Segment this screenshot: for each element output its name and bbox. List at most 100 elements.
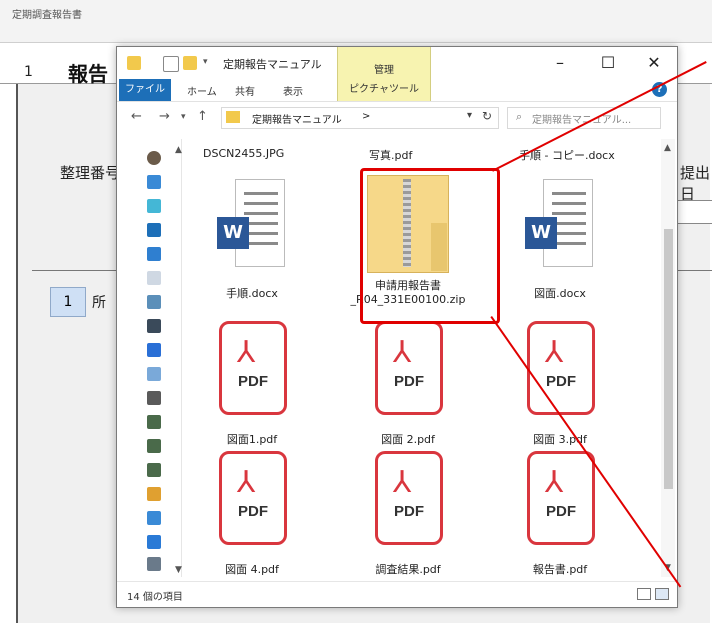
background-window-title: 定期調査報告書 <box>12 10 82 21</box>
pdf-file-icon: ⅄ PDF <box>219 451 287 545</box>
computer-icon[interactable] <box>147 535 161 549</box>
acrobat-icon: ⅄ <box>393 465 412 500</box>
search-icon: ⌕ <box>516 110 523 123</box>
file-item[interactable]: W 手順.docx <box>187 169 317 309</box>
pdf-file-icon: ⅄ PDF <box>527 321 595 415</box>
submission-date-label: 提出日 <box>680 164 711 203</box>
refresh-icon[interactable]: ↻ <box>482 109 492 123</box>
acrobat-icon: ⅄ <box>237 335 256 370</box>
large-icons-view-icon[interactable] <box>655 588 669 600</box>
word-badge-icon: W <box>525 217 557 249</box>
file-item[interactable]: ⅄ PDF 図面1.pdf <box>187 315 317 455</box>
file-item[interactable]: ⅄ PDF 図面 3.pdf <box>495 315 625 455</box>
file-item[interactable]: W 図面.docx <box>495 169 625 309</box>
background-window-titlebar: 定期調査報告書 <box>0 0 712 43</box>
file-name: 手順.docx <box>226 287 278 300</box>
forward-arrow-icon[interactable]: → <box>159 109 170 124</box>
music-icon[interactable] <box>147 343 161 357</box>
background-page-number: 1 <box>24 64 33 80</box>
pdf-label: PDF <box>238 503 268 520</box>
status-bar: 14 個の項目 <box>117 581 677 606</box>
address-dropdown-icon[interactable]: ▾ <box>467 110 472 121</box>
up-arrow-icon[interactable]: ↑ <box>197 109 208 124</box>
home-icon[interactable] <box>147 487 161 501</box>
minimize-icon[interactable]: – <box>547 53 573 73</box>
word-file-icon: W <box>217 179 287 269</box>
video-icon[interactable] <box>147 319 161 333</box>
file-name: 図面.docx <box>534 287 586 300</box>
tab-file[interactable]: ファイル <box>119 79 171 101</box>
item-count: 14 個の項目 <box>127 592 183 603</box>
acrobat-icon: ⅄ <box>393 335 412 370</box>
word-file-icon: W <box>525 179 595 269</box>
vertical-scrollbar[interactable]: ▲ ▼ <box>661 139 675 577</box>
desktop-icon[interactable] <box>147 175 161 189</box>
picture-icon[interactable] <box>147 295 161 309</box>
drive-icon[interactable] <box>147 439 161 453</box>
file-name: 図面 4.pdf <box>225 563 279 576</box>
details-view-icon[interactable] <box>637 588 651 600</box>
download-icon[interactable] <box>147 223 161 237</box>
drive-icon[interactable] <box>147 415 161 429</box>
ribbon-tabs: ファイル ホーム 共有 表示 ピクチャツール ? <box>117 79 677 102</box>
back-arrow-icon[interactable]: ← <box>131 109 142 124</box>
acrobat-icon: ⅄ <box>237 465 256 500</box>
scroll-up-icon[interactable]: ▲ <box>664 143 671 153</box>
submission-date-field[interactable] <box>672 200 712 224</box>
recent-dropdown-icon[interactable]: ▾ <box>181 112 186 122</box>
explorer-window: ▾ 定期報告マニュアル 管理 – ☐ ✕ ファイル ホーム 共有 表示 ピクチャ… <box>116 46 678 608</box>
network-drive-icon[interactable] <box>147 367 161 381</box>
drive-icon[interactable] <box>147 463 161 477</box>
pdf-file-icon: ⅄ PDF <box>527 451 595 545</box>
dropdown-arrow-icon[interactable]: ▾ <box>203 57 208 67</box>
tab-picture-tools[interactable]: ピクチャツール <box>337 79 431 101</box>
desktop: 定期調査報告書 1 報告 整理番号 1 所 提出日 092 111 1111 ▾… <box>0 0 712 623</box>
folder-icon[interactable] <box>183 56 197 70</box>
pdf-file-icon: ⅄ PDF <box>375 321 443 415</box>
3d-objects-icon[interactable] <box>147 199 161 213</box>
search-input[interactable]: ⌕ 定期報告マニュアル... <box>507 107 661 129</box>
file-name[interactable]: 写真.pdf <box>369 147 412 163</box>
document-icon[interactable] <box>147 271 161 285</box>
file-name[interactable]: DSCN2455.JPG <box>203 147 284 160</box>
file-item[interactable]: ⅄ PDF 図面 2.pdf <box>343 315 473 455</box>
address-bar[interactable]: 定期報告マニュアル > ▾ ↻ <box>221 107 499 129</box>
folder-icon <box>226 111 240 123</box>
scroll-down-icon[interactable]: ▼ <box>175 565 182 575</box>
section-number: 1 <box>50 287 86 317</box>
tab-view[interactable]: 表示 <box>283 83 303 98</box>
explorer-titlebar: ▾ 定期報告マニュアル 管理 – ☐ ✕ <box>117 47 677 79</box>
file-item[interactable]: ⅄ PDF 報告書.pdf <box>495 445 625 577</box>
network-icon[interactable] <box>147 511 161 525</box>
file-item[interactable]: ⅄ PDF 図面 4.pdf <box>187 445 317 577</box>
seiri-label: 整理番号 <box>60 164 121 182</box>
acrobat-icon: ⅄ <box>545 335 564 370</box>
scroll-up-icon[interactable]: ▲ <box>175 145 182 155</box>
folder-icon <box>127 56 141 70</box>
drive-icon[interactable] <box>147 391 161 405</box>
maximize-icon[interactable]: ☐ <box>595 53 621 73</box>
drive-icon[interactable] <box>147 557 161 571</box>
pdf-label: PDF <box>238 373 268 390</box>
manage-context-tab[interactable]: 管理 <box>337 47 431 79</box>
file-name: 調査結果.pdf <box>375 563 441 576</box>
breadcrumb[interactable]: 定期報告マニュアル <box>252 111 342 126</box>
pdf-file-icon: ⅄ PDF <box>375 451 443 545</box>
checkmark-icon[interactable] <box>163 56 179 72</box>
breadcrumb-chevron[interactable]: > <box>362 111 370 122</box>
pdf-label: PDF <box>394 373 424 390</box>
file-item[interactable]: ⅄ PDF 調査結果.pdf <box>343 445 473 577</box>
user-icon[interactable] <box>147 151 161 165</box>
scroll-thumb[interactable] <box>664 229 673 489</box>
manage-tab-label: 管理 <box>374 65 394 76</box>
tab-share[interactable]: 共有 <box>235 83 255 98</box>
word-badge-icon: W <box>217 217 249 249</box>
tab-home[interactable]: ホーム <box>187 83 217 98</box>
pdf-label: PDF <box>394 503 424 520</box>
display-icon[interactable] <box>147 247 161 261</box>
highlight-box <box>360 168 500 324</box>
close-icon[interactable]: ✕ <box>641 53 667 73</box>
pdf-file-icon: ⅄ PDF <box>219 321 287 415</box>
navigation-pane: ▲ ▼ <box>137 139 182 577</box>
file-name: 報告書.pdf <box>532 563 588 576</box>
